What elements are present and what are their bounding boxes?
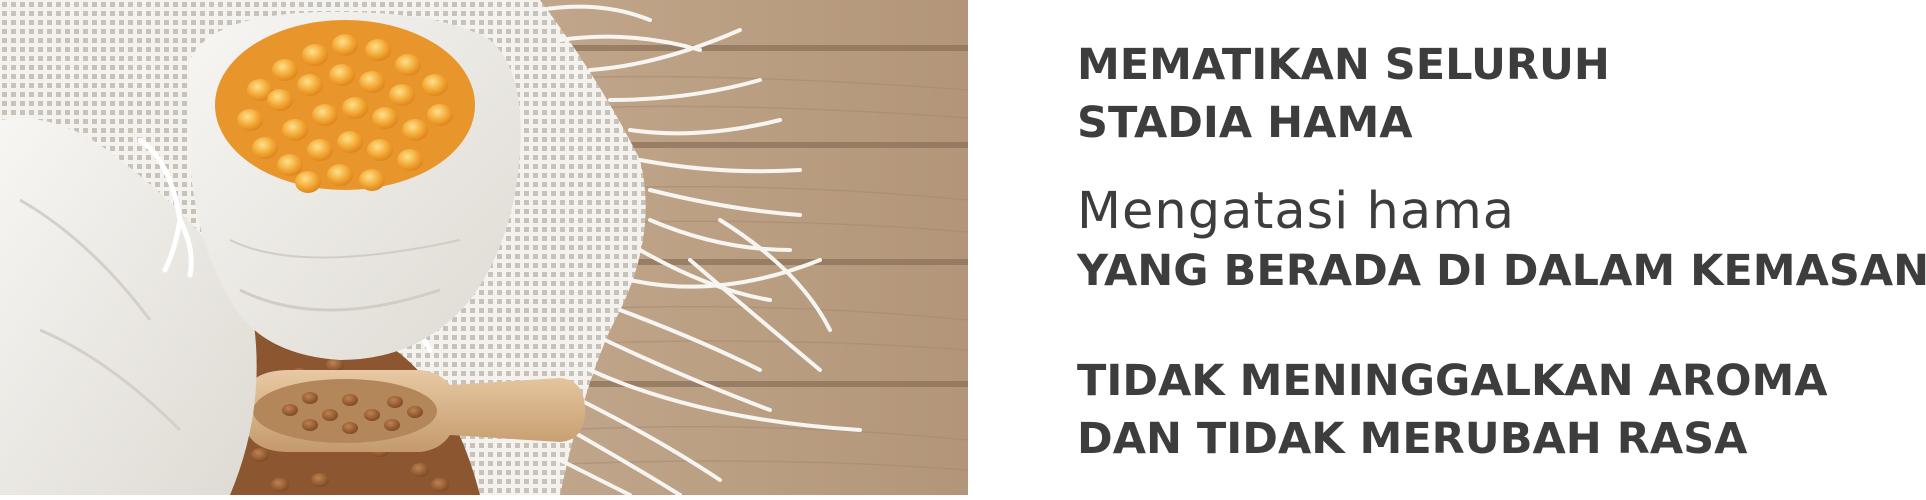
benefit-kill-all-stages: MEMATIKAN SELURUH STADIA HAMA — [1077, 36, 1610, 152]
benefit-line-4: YANG BERADA DI DALAM KEMASAN — [1077, 246, 1926, 296]
promo-banner: MEMATIKAN SELURUH STADIA HAMA Mengatasi … — [0, 0, 1926, 500]
benefit-line-5: TIDAK MENINGGALKAN AROMA — [1077, 356, 1828, 406]
benefit-line-6: DAN TIDAK MERUBAH RASA — [1077, 414, 1748, 464]
product-photo — [0, 0, 968, 495]
product-photo-icon — [0, 0, 968, 495]
benefit-line-2: STADIA HAMA — [1077, 98, 1413, 148]
benefit-line-3: Mengatasi hama — [1077, 182, 1516, 241]
benefit-line-1: MEMATIKAN SELURUH — [1077, 40, 1610, 90]
benefit-inside-packaging: Mengatasi hama YANG BERADA DI DALAM KEMA… — [1077, 182, 1926, 300]
benefit-no-aroma: TIDAK MENINGGALKAN AROMA DAN TIDAK MERUB… — [1077, 352, 1828, 468]
